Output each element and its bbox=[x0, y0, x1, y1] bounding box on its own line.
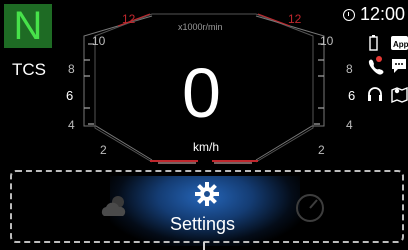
tach-label-10-left: 10 bbox=[92, 34, 106, 48]
tach-label-2-left: 2 bbox=[100, 143, 107, 157]
settings-gear-icon[interactable] bbox=[193, 180, 221, 208]
tach-label-10-right: 10 bbox=[320, 34, 334, 48]
tach-label-12-right: 12 bbox=[288, 12, 302, 26]
dock-pointer bbox=[203, 242, 205, 250]
clock-time: 12:00 bbox=[360, 4, 406, 24]
tach-label-8-left: 8 bbox=[68, 62, 75, 76]
battery-icon bbox=[369, 35, 378, 51]
svg-text:App: App bbox=[393, 40, 408, 49]
tach-label-12-left: 12 bbox=[122, 12, 136, 26]
tach-label-6-right: 6 bbox=[348, 88, 356, 103]
phone-call-icon bbox=[368, 56, 384, 75]
clock-icon bbox=[343, 9, 355, 21]
tach-label-4-left: 4 bbox=[68, 118, 75, 132]
headset-icon bbox=[368, 87, 382, 101]
tach-label-8-right: 8 bbox=[346, 62, 353, 76]
map-icon bbox=[391, 86, 408, 104]
dock-item-settings-label[interactable]: Settings bbox=[170, 214, 235, 235]
tach-label-6-left: 6 bbox=[66, 88, 74, 103]
gauge-icon[interactable] bbox=[294, 192, 326, 224]
tach-unit: x1000r/min bbox=[178, 22, 223, 32]
tach-label-2-right: 2 bbox=[318, 143, 325, 157]
tach-label-4-right: 4 bbox=[346, 118, 353, 132]
speed-value: 0 bbox=[182, 54, 221, 132]
weather-icon[interactable] bbox=[98, 192, 134, 222]
speed-unit: km/h bbox=[193, 140, 220, 154]
app-icon: App bbox=[391, 36, 408, 50]
status-icons: App bbox=[368, 35, 408, 104]
message-icon bbox=[392, 59, 406, 73]
